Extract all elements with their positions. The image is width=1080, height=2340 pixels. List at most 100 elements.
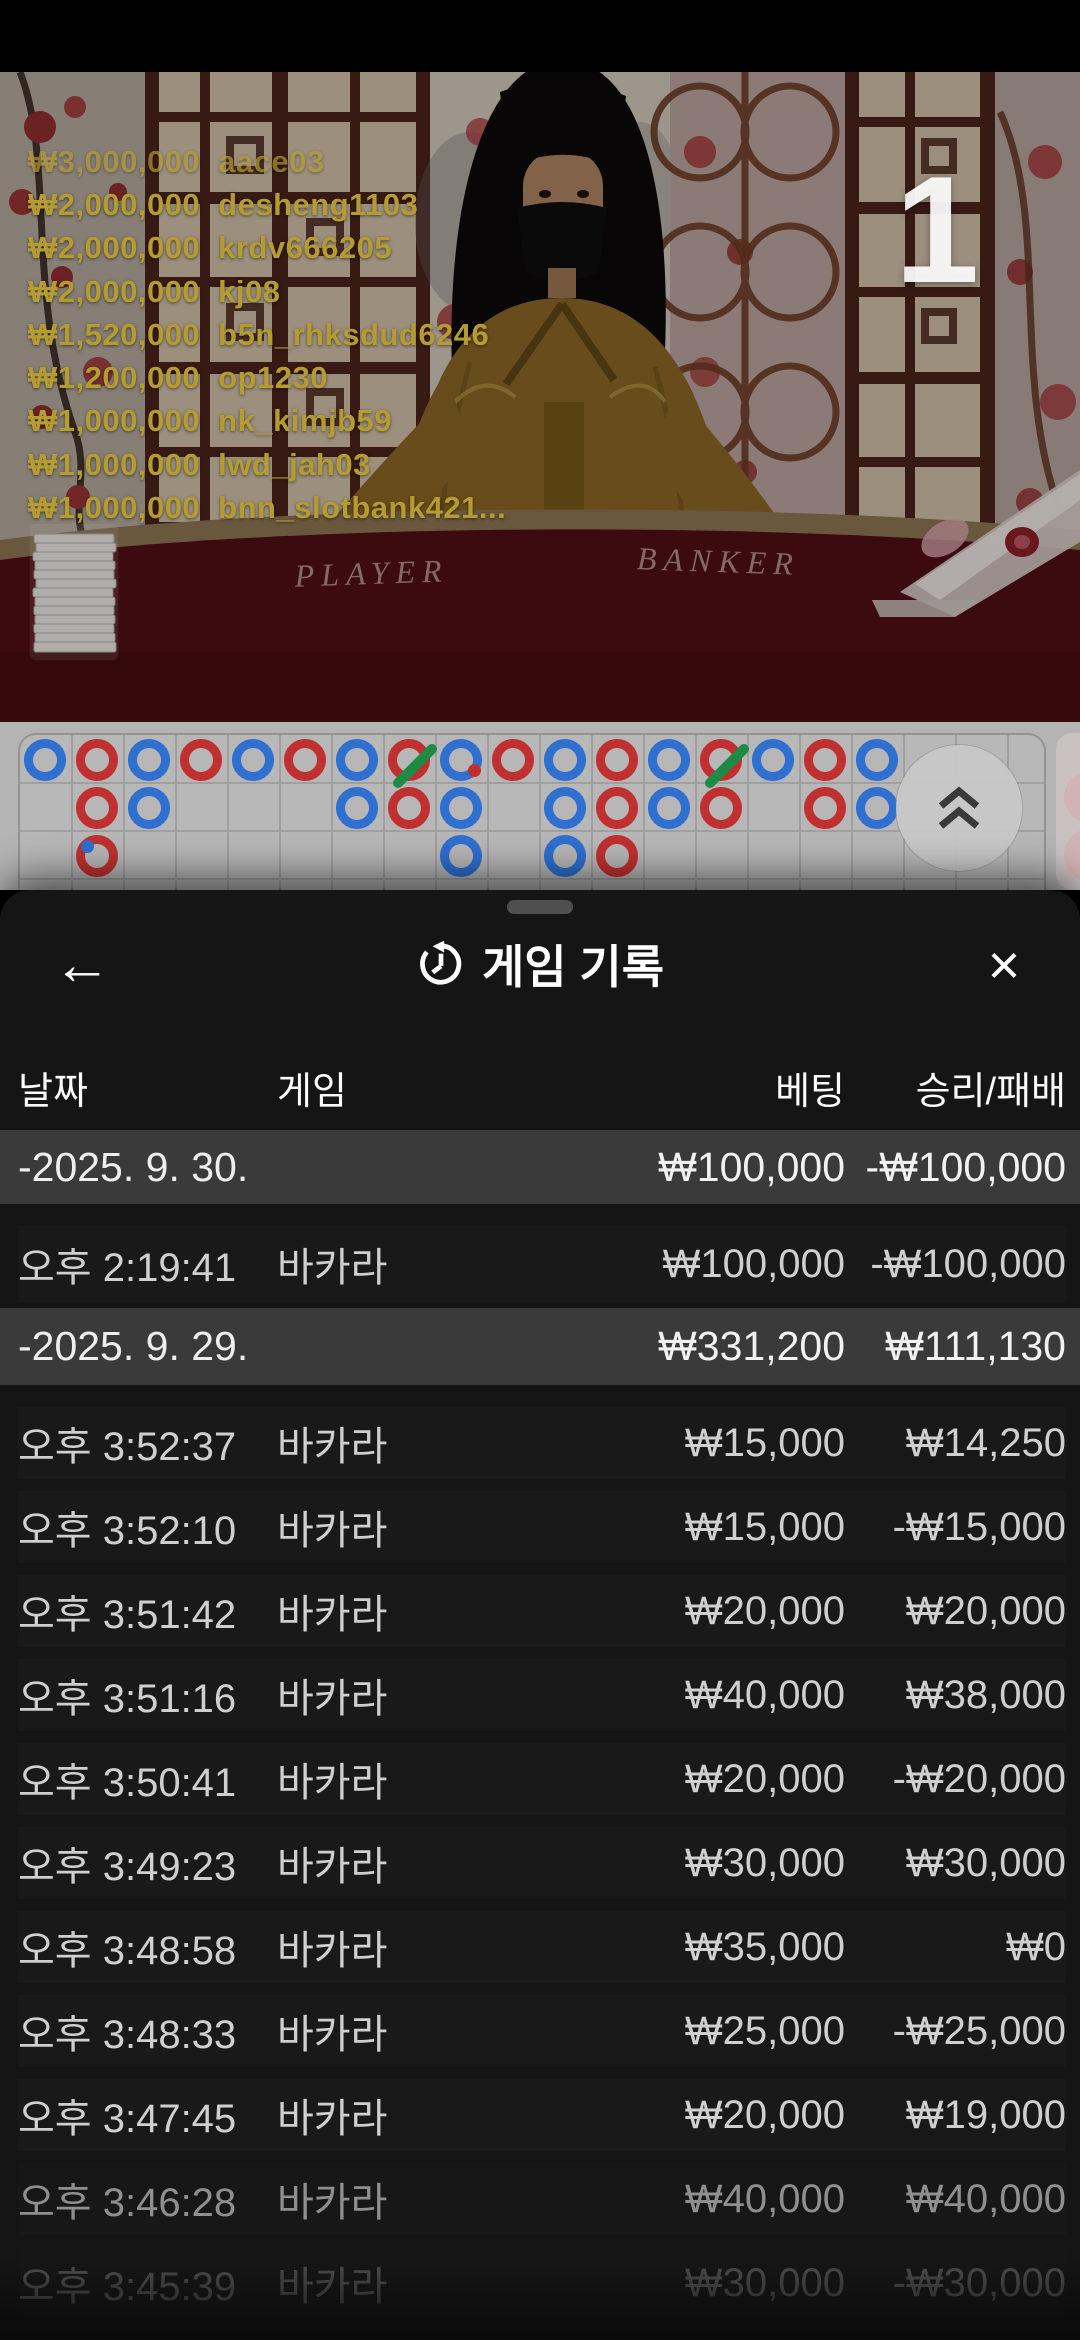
history-row[interactable]: 오후 3:48:33바카라₩25,000-₩25,000: [0, 1989, 1080, 2073]
history-row[interactable]: 오후 3:46:28바카라₩40,000₩40,000: [0, 2157, 1080, 2241]
player-result-marker: [128, 739, 170, 781]
row-time: 오후 3:48:58: [18, 1918, 277, 1976]
row-game: 바카라: [277, 1582, 535, 1640]
banker-result-marker: [284, 739, 326, 781]
banker-result-marker: [700, 739, 742, 781]
row-time: 오후 3:46:28: [18, 2170, 277, 2228]
date-group-row[interactable]: -2025. 9. 29.₩331,200₩111,130: [0, 1308, 1080, 1385]
scoreboard-strip: [0, 722, 1080, 890]
banker-result-marker: [76, 835, 118, 877]
bet-amount: ₩1,200,000: [28, 360, 200, 396]
row-game: 바카라: [277, 1235, 535, 1293]
bet-username: nk_kimjb59: [218, 403, 392, 439]
row-time: 오후 3:45:39: [18, 2254, 277, 2312]
row-game: 바카라: [277, 2170, 535, 2228]
row-bet: ₩40,000: [535, 1673, 845, 1718]
banker-result-marker: [388, 787, 430, 829]
row-time: 오후 3:47:45: [18, 2086, 277, 2144]
history-list[interactable]: -2025. 9. 30.₩100,000-₩100,000오후 2:19:41…: [0, 1130, 1080, 2340]
back-button[interactable]: ←: [40, 918, 124, 1010]
row-time: 오후 3:50:41: [18, 1750, 277, 1808]
player-result-marker: [440, 739, 482, 781]
drag-handle[interactable]: [507, 900, 573, 914]
group-bet-total: ₩331,200: [535, 1323, 845, 1370]
column-header-date: 날짜: [18, 1060, 277, 1115]
row-bet: ₩35,000: [535, 1925, 845, 1970]
bet-amount: ₩2,000,000: [28, 274, 200, 310]
history-row[interactable]: 오후 3:48:58바카라₩35,000₩0: [0, 1905, 1080, 1989]
history-row[interactable]: 오후 3:51:42바카라₩20,000₩20,000: [0, 1569, 1080, 1653]
table-number-overlay: 1: [877, 154, 997, 306]
player-result-marker: [336, 787, 378, 829]
bet-amount: ₩1,000,000: [28, 403, 200, 439]
player-result-marker: [544, 835, 586, 877]
status-bar: [0, 0, 1080, 72]
bead-road-sliver: [1056, 733, 1080, 890]
row-bet: ₩20,000: [535, 1589, 845, 1634]
banker-result-marker: [804, 787, 846, 829]
date-group-row[interactable]: -2025. 9. 30.₩100,000-₩100,000: [0, 1130, 1080, 1204]
row-bet: ₩30,000: [535, 1841, 845, 1886]
player-result-marker: [648, 787, 690, 829]
row-game: 바카라: [277, 2002, 535, 2060]
bet-username: desheng1103: [218, 187, 418, 223]
row-time: 오후 3:52:37: [18, 1414, 277, 1472]
tie-marker: [391, 742, 439, 790]
bet-amount: ₩1,000,000: [28, 447, 200, 483]
row-bet: ₩30,000: [535, 2261, 845, 2306]
row-game: 바카라: [277, 2086, 535, 2144]
player-result-marker: [128, 787, 170, 829]
history-row[interactable]: 오후 2:19:41바카라₩100,000-₩100,000: [0, 1204, 1080, 1308]
group-winloss-total: ₩111,130: [845, 1323, 1066, 1370]
history-row[interactable]: 오후 3:47:45바카라₩20,000₩19,000: [0, 2073, 1080, 2157]
row-game: 바카라: [277, 1666, 535, 1724]
bet-username: b5n_rhksdud6246: [218, 317, 489, 353]
row-winloss: ₩40,000: [845, 2177, 1066, 2222]
row-game: 바카라: [277, 1498, 535, 1556]
collapse-scoreboard-button[interactable]: [896, 745, 1022, 871]
row-bet: ₩15,000: [535, 1505, 845, 1550]
column-header-bet: 베팅: [535, 1060, 845, 1115]
row-game: 바카라: [277, 1750, 535, 1808]
game-history-modal: ← 게임 기록 × 날짜 게임 베팅 승리/패배 -2025. 9. 30.₩1…: [0, 890, 1080, 2340]
row-game: 바카라: [277, 2254, 535, 2312]
player-result-marker: [24, 739, 66, 781]
bet-amount: ₩1,520,000: [28, 317, 200, 353]
player-result-marker: [544, 739, 586, 781]
bet-entry: ₩3,000,000aace03: [28, 140, 506, 183]
history-row[interactable]: 오후 3:52:10바카라₩15,000-₩15,000: [0, 1485, 1080, 1569]
player-result-marker: [856, 787, 898, 829]
bet-overlay: ₩3,000,000aace03 ₩2,000,000 desheng1103 ₩2,…: [28, 140, 506, 530]
history-row[interactable]: 오후 3:50:41바카라₩20,000-₩20,000: [0, 1737, 1080, 1821]
history-row[interactable]: 오후 3:45:39바카라₩30,000-₩30,000: [0, 2241, 1080, 2325]
player-pair-dot: [81, 840, 94, 853]
column-header-winloss: 승리/패배: [845, 1060, 1066, 1115]
bet-amount: ₩2,000,000: [28, 187, 200, 223]
banker-result-marker: [596, 739, 638, 781]
row-game: 바카라: [277, 1918, 535, 1976]
column-header-game: 게임: [277, 1060, 535, 1115]
group-winloss-total: -₩100,000: [845, 1144, 1066, 1191]
player-result-marker: [232, 739, 274, 781]
row-time: 오후 3:52:10: [18, 1498, 277, 1556]
close-button[interactable]: ×: [962, 918, 1046, 1010]
history-row[interactable]: 오후 3:51:16바카라₩40,000₩38,000: [0, 1653, 1080, 1737]
row-time: 오후 3:49:23: [18, 1834, 277, 1892]
player-result-marker: [440, 835, 482, 877]
player-result-marker: [336, 739, 378, 781]
history-row[interactable]: 오후 3:52:37바카라₩15,000₩14,250: [0, 1385, 1080, 1485]
double-chevron-up-icon: [924, 773, 994, 843]
bet-username: kj08: [218, 274, 280, 310]
bet-username: lwd_jah03: [218, 447, 371, 483]
row-time: 오후 3:48:33: [18, 2002, 277, 2060]
bet-username: op1230: [218, 360, 328, 396]
bet-entry: ₩1,200,000 op1230: [28, 356, 506, 399]
row-winloss: ₩14,250: [845, 1421, 1066, 1466]
history-row[interactable]: 오후 3:49:23바카라₩30,000₩30,000: [0, 1821, 1080, 1905]
bet-entry: ₩1,000,000 nk_kimjb59: [28, 400, 506, 443]
bet-amount: ₩2,000,000: [28, 230, 200, 266]
banker-result-marker: [804, 739, 846, 781]
bet-amount: ₩1,000,000: [28, 490, 200, 526]
bet-username: krdv666205: [218, 230, 392, 266]
row-winloss: -₩100,000: [845, 1242, 1066, 1287]
